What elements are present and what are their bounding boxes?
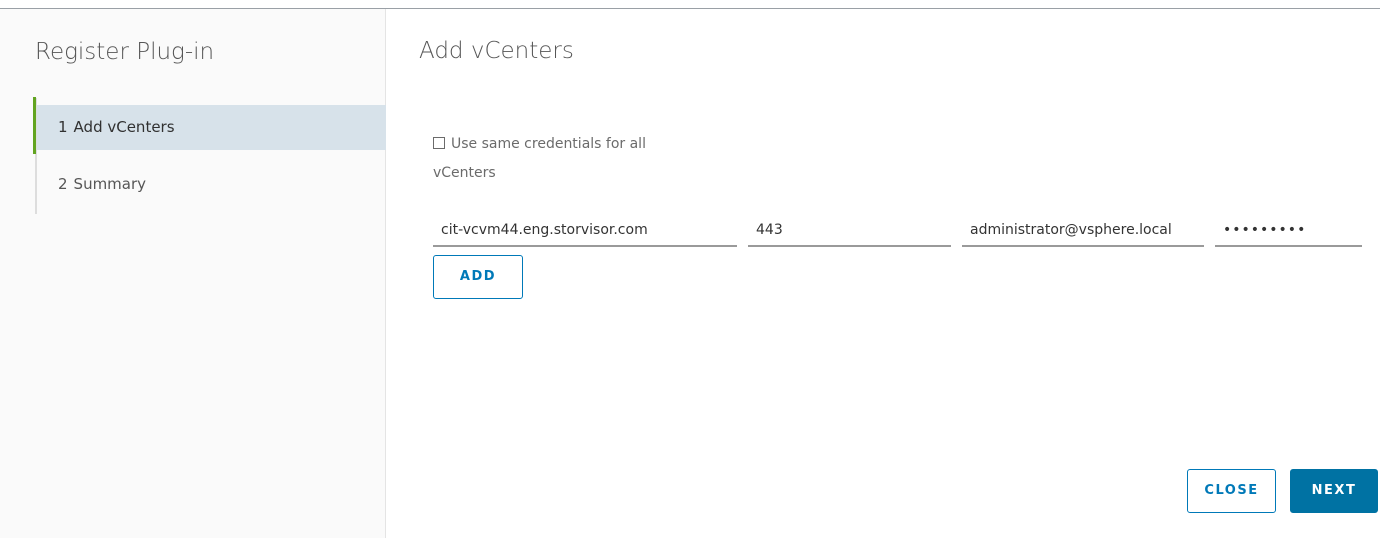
wizard-title: Register Plug-in bbox=[35, 39, 215, 65]
same-credentials-option: Use same credentials for all vCenters bbox=[433, 130, 703, 188]
step-summary[interactable]: 2 Summary bbox=[37, 162, 386, 207]
vcenter-username-input[interactable]: administrator@vsphere.local bbox=[962, 214, 1204, 247]
step-add-vcenters[interactable]: 1 Add vCenters bbox=[33, 97, 386, 154]
vcenter-password-input[interactable]: ••••••••• bbox=[1215, 214, 1362, 247]
add-button[interactable]: ADD bbox=[433, 255, 523, 299]
step-label: Add vCenters bbox=[73, 118, 175, 136]
vcenter-port-input[interactable]: 443 bbox=[748, 214, 951, 247]
step-number: 1 bbox=[58, 118, 68, 136]
next-button[interactable]: NEXT bbox=[1290, 469, 1378, 513]
wizard-content: Add vCenters Use same credentials for al… bbox=[386, 9, 1380, 538]
step-label: Summary bbox=[73, 175, 147, 193]
page-title: Add vCenters bbox=[419, 38, 574, 64]
close-button[interactable]: CLOSE bbox=[1187, 469, 1276, 513]
step-number: 2 bbox=[58, 175, 68, 193]
wizard-steps: 1 Add vCenters 2 Summary bbox=[33, 97, 386, 214]
same-credentials-label: Use same credentials for all vCenters bbox=[433, 136, 646, 181]
wizard-sidebar: Register Plug-in 1 Add vCenters 2 Summary bbox=[0, 9, 386, 538]
same-credentials-checkbox[interactable] bbox=[433, 137, 445, 149]
vcenter-host-input[interactable]: cit-vcvm44.eng.storvisor.com bbox=[433, 214, 737, 247]
